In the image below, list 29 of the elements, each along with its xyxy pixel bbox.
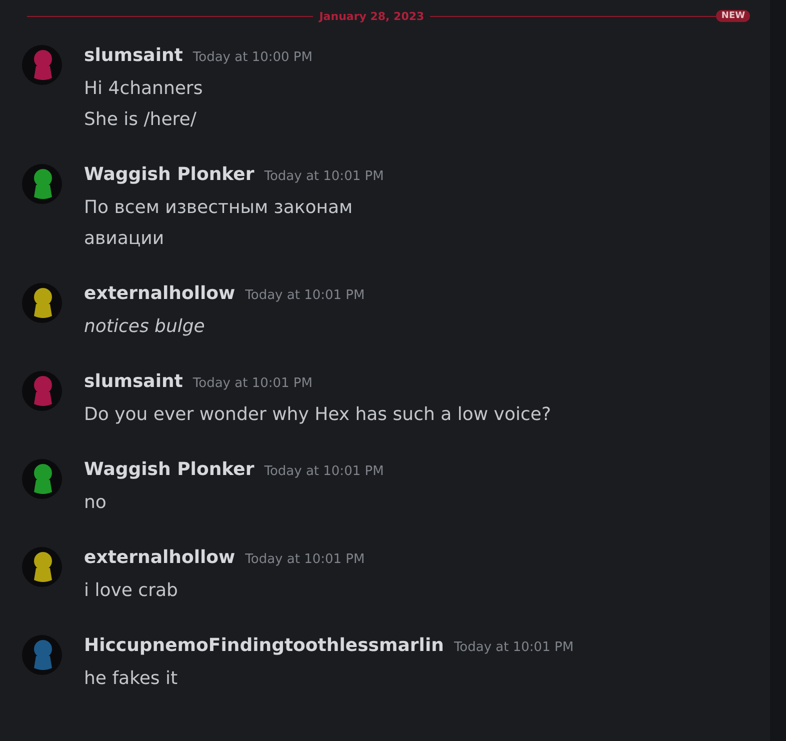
timestamp: Today at 10:01 PM — [245, 552, 365, 567]
username[interactable]: externalhollow — [84, 283, 236, 304]
message-text: Hi 4channers — [84, 77, 204, 101]
new-badge: NEW — [716, 10, 750, 22]
username[interactable]: slumsaint — [84, 45, 183, 66]
timestamp: Today at 10:01 PM — [245, 288, 365, 303]
avatar-icon[interactable] — [22, 547, 62, 587]
message-text: Do you ever wonder why Hex has such a low voice? — [84, 403, 551, 427]
message-text: She is /here/ — [84, 108, 198, 132]
date-divider: January 28, 2023 — [318, 10, 426, 22]
message-text: he fakes it — [84, 667, 179, 691]
username[interactable]: externalhollow — [84, 547, 236, 568]
timestamp: Today at 10:00 PM — [192, 50, 312, 65]
avatar-icon[interactable] — [22, 459, 62, 499]
timestamp: Today at 10:01 PM — [454, 640, 574, 655]
message-text: notices bulge — [84, 315, 206, 339]
timestamp: Today at 10:01 PM — [264, 464, 384, 479]
username[interactable]: slumsaint — [84, 371, 183, 392]
avatar-icon[interactable] — [22, 283, 62, 323]
message-text: авиации — [84, 227, 166, 251]
message-text: По всем известным законам — [84, 196, 354, 220]
username[interactable]: Waggish Plonker — [84, 459, 254, 480]
username[interactable]: Waggish Plonker — [84, 164, 254, 185]
message-text: no — [84, 491, 108, 515]
avatar-icon[interactable] — [22, 164, 62, 204]
timestamp: Today at 10:01 PM — [264, 169, 384, 184]
message-text: i love crab — [84, 579, 179, 603]
username[interactable]: HiccupnemoFindingtoothlessmarlin — [84, 635, 444, 656]
timestamp: Today at 10:01 PM — [192, 376, 312, 391]
